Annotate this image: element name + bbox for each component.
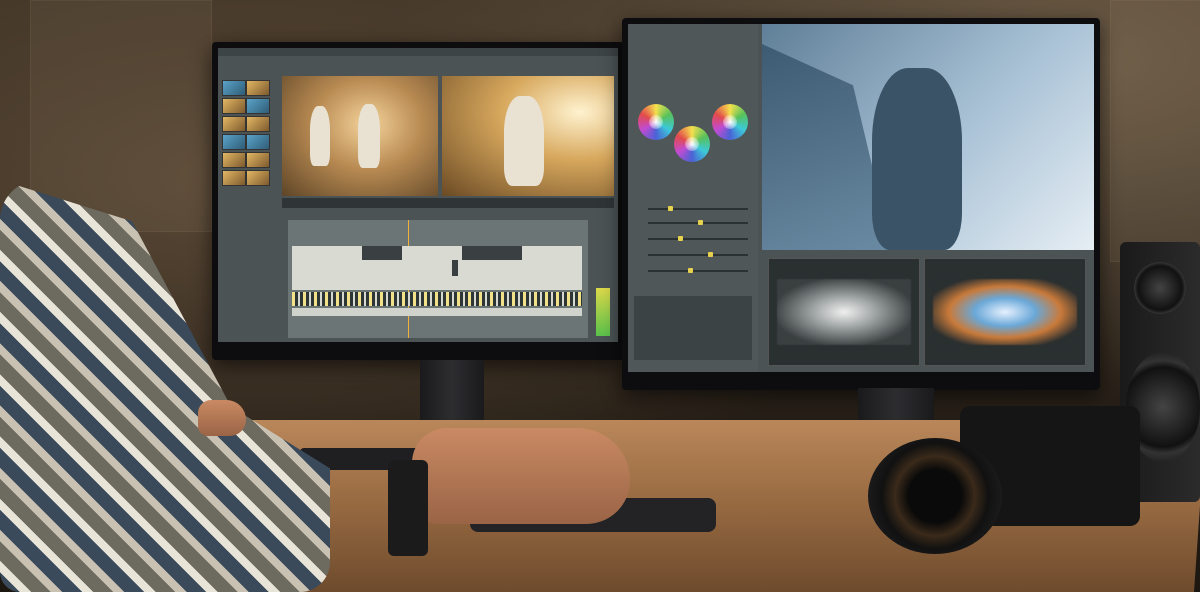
- video-track[interactable]: [292, 246, 582, 290]
- clip-thumbnail[interactable]: [222, 152, 246, 168]
- adjust-slider[interactable]: [648, 270, 748, 272]
- clip-thumbnail[interactable]: [246, 170, 270, 186]
- slider-knob[interactable]: [678, 236, 683, 241]
- preset-list[interactable]: [634, 296, 752, 360]
- clip-thumbnail[interactable]: [246, 80, 270, 96]
- left-hand: [198, 400, 246, 436]
- transport-controls[interactable]: [282, 198, 614, 208]
- adjust-slider[interactable]: [648, 208, 748, 210]
- wall-panel-left: [30, 0, 212, 232]
- timeline-clip[interactable]: [452, 260, 458, 276]
- clip-thumbnail[interactable]: [246, 134, 270, 150]
- astronaut-figure: [310, 106, 330, 166]
- app-menubar: [218, 48, 618, 56]
- right-monitor-screen: [628, 24, 1094, 372]
- clip-thumbnail[interactable]: [246, 152, 270, 168]
- clip-thumbnail[interactable]: [222, 80, 246, 96]
- slider-knob[interactable]: [708, 252, 713, 257]
- timeline-panel[interactable]: [288, 220, 588, 338]
- clip-thumbnail[interactable]: [222, 170, 246, 186]
- wristwatch: [388, 460, 428, 556]
- program-viewer[interactable]: [442, 76, 614, 196]
- source-viewer[interactable]: [282, 76, 438, 196]
- media-bin: [222, 80, 272, 220]
- grading-viewer[interactable]: [762, 24, 1094, 250]
- speaker-tweeter: [1134, 262, 1186, 314]
- right-monitor: [622, 18, 1100, 390]
- audio-track[interactable]: [292, 308, 582, 316]
- waveform-trace: [777, 279, 911, 345]
- astronaut-figure: [358, 104, 380, 168]
- slider-knob[interactable]: [688, 268, 693, 273]
- hand-on-mouse: [412, 428, 630, 524]
- slider-knob[interactable]: [668, 206, 673, 211]
- color-wheel-icon[interactable]: [674, 126, 710, 162]
- color-wheel-icon[interactable]: [638, 104, 674, 140]
- clip-thumbnail[interactable]: [222, 116, 246, 132]
- astronaut-figure: [504, 96, 544, 186]
- astronaut-figure: [872, 68, 962, 250]
- left-monitor-screen: [218, 48, 618, 342]
- adjust-slider[interactable]: [648, 238, 748, 240]
- timeline-clip[interactable]: [462, 246, 522, 260]
- clip-thumbnail[interactable]: [222, 134, 246, 150]
- color-wheel-icon[interactable]: [712, 104, 748, 140]
- slider-knob[interactable]: [698, 220, 703, 225]
- timeline-clip[interactable]: [362, 246, 402, 260]
- camera-lens: [868, 438, 1002, 554]
- parade-scope[interactable]: [924, 258, 1086, 366]
- audio-meter: [596, 288, 610, 336]
- clip-thumbnail[interactable]: [246, 98, 270, 114]
- color-panel: [628, 24, 758, 372]
- audio-track[interactable]: [292, 292, 582, 306]
- wall-panel-right: [1110, 0, 1200, 262]
- adjust-slider[interactable]: [648, 254, 748, 256]
- left-monitor: [212, 42, 624, 360]
- clip-thumbnail[interactable]: [246, 116, 270, 132]
- waveform-scope[interactable]: [768, 258, 920, 366]
- parade-trace: [933, 279, 1077, 345]
- clip-thumbnail[interactable]: [222, 98, 246, 114]
